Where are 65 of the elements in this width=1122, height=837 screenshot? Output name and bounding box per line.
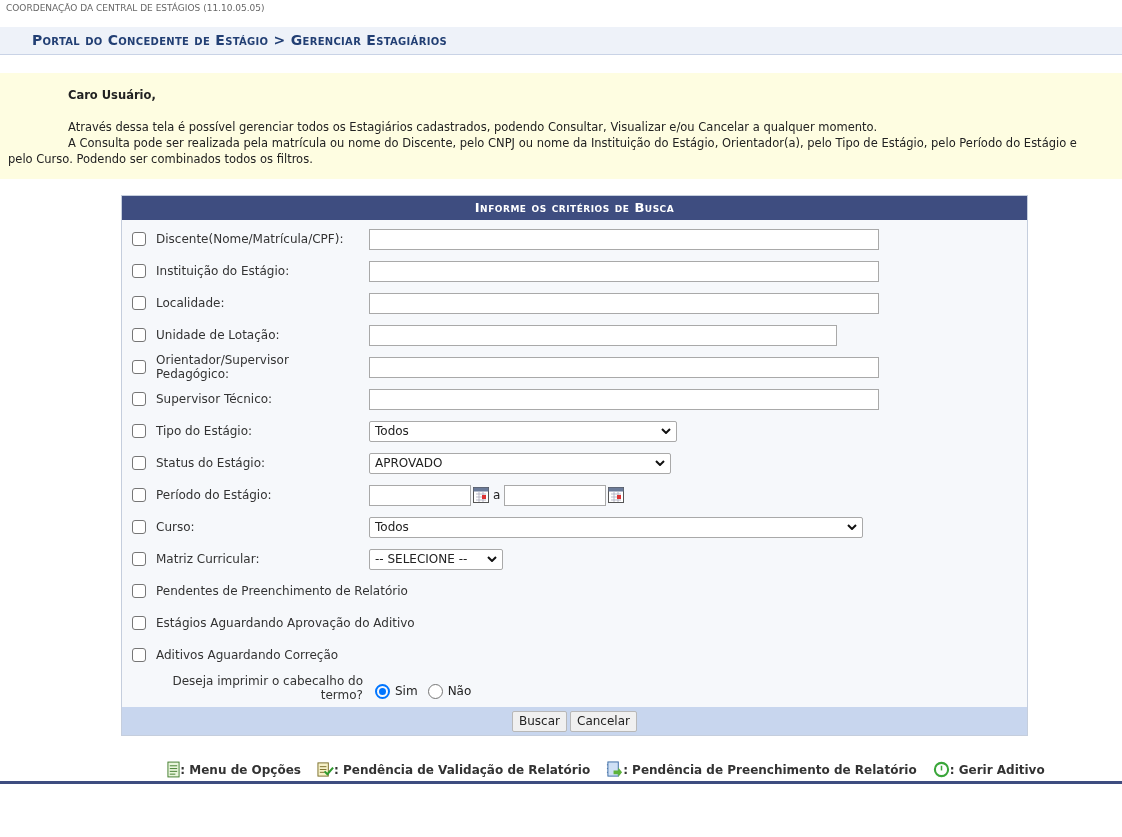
field-label: Pendentes de Preenchimento de Relatório bbox=[156, 584, 408, 598]
breadcrumb-title: Portal do Concedente de Estágio > Gerenciar Estagiários bbox=[32, 31, 447, 50]
checkbox[interactable] bbox=[132, 328, 146, 342]
field-label: Deseja imprimir o cabecalho do termo? bbox=[171, 674, 363, 702]
field-label: Localidade: bbox=[156, 296, 226, 310]
checkbox[interactable] bbox=[132, 456, 146, 470]
date-field[interactable] bbox=[504, 484, 607, 506]
text-field[interactable] bbox=[369, 228, 879, 250]
legend-label: : Gerir Aditivo bbox=[949, 761, 1045, 779]
field-label: Discente(Nome/Matrícula/CPF): bbox=[156, 232, 345, 246]
field-label: Estágios Aguardando Aprovação do Aditivo bbox=[156, 616, 415, 630]
checkbox[interactable] bbox=[132, 584, 146, 598]
text-field[interactable] bbox=[369, 260, 879, 282]
text-field[interactable] bbox=[369, 356, 879, 378]
checkbox[interactable] bbox=[132, 392, 146, 406]
field-label: Tipo do Estágio: bbox=[156, 424, 254, 438]
chevron-down-icon bbox=[655, 460, 665, 466]
form-title: Informe os critérios de Busca bbox=[474, 199, 675, 218]
field-label: Status do Estágio: bbox=[156, 456, 267, 470]
checkbox[interactable] bbox=[132, 264, 146, 278]
dropdown[interactable]: Todos bbox=[369, 516, 863, 538]
checkbox[interactable] bbox=[132, 488, 146, 502]
form-button[interactable]: Cancelar bbox=[570, 710, 637, 732]
field-label: Aditivos Aguardando Correção bbox=[156, 648, 339, 662]
checkbox[interactable] bbox=[132, 648, 146, 662]
checkbox[interactable] bbox=[132, 232, 146, 246]
calendar-icon[interactable] bbox=[473, 487, 489, 503]
checkbox[interactable] bbox=[132, 616, 146, 630]
field-label: Supervisor Técnico: bbox=[156, 392, 274, 406]
document-icon bbox=[167, 761, 181, 778]
checkbox[interactable] bbox=[132, 520, 146, 534]
dropdown[interactable]: -- SELECIONE -- bbox=[369, 548, 503, 570]
checkbox[interactable] bbox=[132, 424, 146, 438]
chevron-down-icon bbox=[487, 556, 497, 562]
checkbox[interactable] bbox=[132, 552, 146, 566]
field-label: Matriz Curricular: bbox=[156, 552, 261, 566]
greeting-text: Caro Usuário, bbox=[67, 87, 157, 103]
text-field[interactable] bbox=[369, 388, 879, 410]
date-field[interactable] bbox=[369, 484, 471, 506]
form-button[interactable]: Buscar bbox=[512, 710, 567, 732]
chevron-down-icon bbox=[661, 428, 671, 434]
checkbox[interactable] bbox=[132, 360, 146, 374]
text-field[interactable] bbox=[369, 324, 837, 346]
info-paragraph: A Consulta pode ser realizada pela matrícula ou nome do Discente, pelo CNPJ ou nome da Instituição do Estágio, Orientador(a), pelo Tipo de Estágio, pelo Período do Estágio e pelo Curso. Podendo ser combinados todos os filtros. bbox=[8, 135, 1078, 167]
field-label: Orientador/Supervisor Pedagógico: bbox=[156, 353, 290, 381]
chevron-down-icon bbox=[847, 524, 857, 530]
radio-option[interactable]: Não bbox=[427, 682, 472, 700]
field-label: Período do Estágio: bbox=[156, 488, 273, 502]
field-label: Instituição do Estágio: bbox=[156, 264, 291, 278]
text-field[interactable] bbox=[369, 292, 879, 314]
legend-label: : Menu de Opções bbox=[180, 761, 301, 779]
legend-label: : Pendência de Preenchimento de Relatório bbox=[623, 761, 917, 779]
dropdown[interactable]: APROVADO bbox=[369, 452, 671, 474]
dropdown[interactable]: Todos bbox=[369, 420, 677, 442]
range-separator: a bbox=[493, 487, 501, 504]
field-label: Curso: bbox=[156, 520, 196, 534]
info-paragraph: Através dessa tela é possível gerenciar todos os Estagiários cadastrados, podendo Consultar, Visualizar e/ou Cancelar a qualquer momento. bbox=[67, 119, 879, 135]
department-label: COORDENAÇÃO DA CENTRAL DE ESTÁGIOS (11.10.05.05) bbox=[6, 3, 265, 13]
notebook-arrow-icon bbox=[606, 761, 624, 778]
radio-option[interactable]: Sim bbox=[375, 682, 418, 700]
checkbox[interactable] bbox=[132, 296, 146, 310]
calendar-icon[interactable] bbox=[608, 487, 625, 503]
field-label: Unidade de Lotação: bbox=[156, 328, 281, 342]
document-check-icon bbox=[316, 761, 334, 778]
legend-label: : Pendência de Validação de Relatório bbox=[333, 761, 591, 779]
